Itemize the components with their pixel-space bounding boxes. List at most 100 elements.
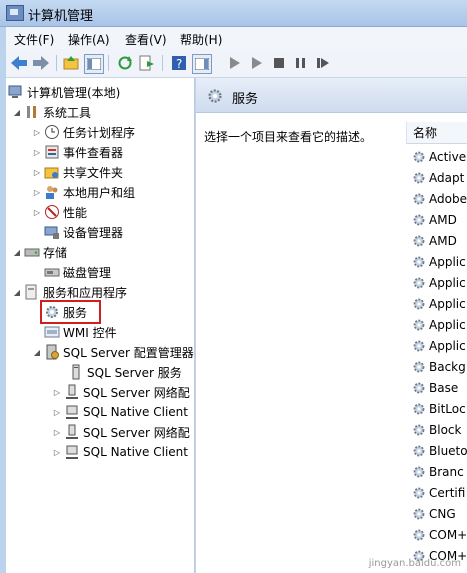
users-icon: [46, 186, 58, 199]
expanded-arrow-icon[interactable]: ◢: [12, 288, 22, 297]
tree-sql-server-network-config-1[interactable]: ▷ SQL Server 网络配: [52, 382, 190, 402]
window-title: 计算机管理: [28, 9, 94, 24]
collapsed-arrow-icon[interactable]: ▷: [52, 448, 62, 457]
tree-sql-native-client-2[interactable]: ▷ SQL Native Client: [52, 442, 188, 462]
wmi-icon: [44, 326, 60, 338]
up-folder-icon[interactable]: [62, 54, 80, 72]
list-item[interactable]: AMD: [406, 231, 457, 251]
computer-management-icon: [6, 5, 24, 21]
menu-view[interactable]: 查看(V): [125, 31, 167, 48]
console-tree: 计算机管理(本地) ◢ 系统工具 ▷ 任务计划程序 ▷ 事件查看器 ▷ 共享文件…: [6, 78, 195, 573]
menu-bar: 文件(F) 操作(A) 查看(V) 帮助(H): [6, 27, 467, 49]
services-pane: 服务 选择一个项目来查看它的描述。 名称 Active Adapt Adobe …: [196, 78, 467, 573]
gear-icon: [413, 235, 425, 247]
tree-storage[interactable]: ◢ 存储: [12, 242, 67, 262]
pause-service-icon[interactable]: [292, 54, 310, 72]
list-item[interactable]: Applic: [406, 315, 466, 335]
gear-icon: [413, 445, 425, 457]
list-item[interactable]: Adobe: [406, 189, 467, 209]
collapsed-arrow-icon[interactable]: ▷: [52, 408, 62, 417]
collapsed-arrow-icon[interactable]: ▷: [32, 188, 42, 197]
gear-icon: [413, 424, 425, 436]
tree-computer-management[interactable]: 计算机管理(本地): [6, 82, 120, 102]
list-item[interactable]: Backg: [406, 357, 466, 377]
start-icon[interactable]: [248, 54, 266, 72]
tree-event-viewer[interactable]: ▷ 事件查看器: [32, 142, 123, 162]
export-list-icon[interactable]: [138, 54, 156, 72]
list-item[interactable]: BitLoc: [406, 399, 466, 419]
restart-service-icon[interactable]: [314, 54, 332, 72]
tree-task-scheduler[interactable]: ▷ 任务计划程序: [32, 122, 135, 142]
expanded-arrow-icon[interactable]: ◢: [12, 108, 22, 117]
tree-sql-server-services[interactable]: SQL Server 服务: [66, 362, 182, 382]
shared-folder-icon: [44, 167, 59, 179]
list-item[interactable]: Block: [406, 420, 461, 440]
gear-icon: [208, 89, 222, 103]
collapsed-arrow-icon[interactable]: ▷: [32, 208, 42, 217]
gear-icon: [413, 319, 425, 331]
gear-icon: [413, 214, 425, 226]
gear-icon: [413, 403, 425, 415]
tree-system-tools[interactable]: ◢ 系统工具: [12, 102, 91, 122]
computer-icon: [8, 85, 22, 98]
tree-shared-folders[interactable]: ▷ 共享文件夹: [32, 162, 123, 182]
tree-sql-server-config-manager[interactable]: ◢ SQL Server 配置管理器: [32, 342, 194, 362]
list-item[interactable]: Certifi: [406, 483, 465, 503]
sql-config-icon: [46, 344, 59, 360]
services-apps-icon: [25, 284, 37, 300]
show-hide-console-tree-icon[interactable]: [84, 54, 104, 74]
forward-arrow-icon[interactable]: [32, 54, 50, 72]
tree-local-users-groups[interactable]: ▷ 本地用户和组: [32, 182, 135, 202]
gear-icon: [413, 298, 425, 310]
refresh-icon[interactable]: [116, 54, 134, 72]
tree-services-and-applications[interactable]: ◢ 服务和应用程序: [12, 282, 127, 302]
list-item[interactable]: Adapt: [406, 168, 464, 188]
list-item[interactable]: Active: [406, 147, 466, 167]
start-service-icon[interactable]: [226, 54, 244, 72]
tree-wmi-control[interactable]: WMI 控件: [42, 322, 117, 342]
menu-file[interactable]: 文件(F): [14, 31, 54, 48]
collapsed-arrow-icon[interactable]: ▷: [52, 388, 62, 397]
list-item[interactable]: COM+: [406, 525, 467, 545]
stop-service-icon[interactable]: [270, 54, 288, 72]
tree-performance[interactable]: ▷ 性能: [32, 202, 87, 222]
collapsed-arrow-icon[interactable]: ▷: [32, 168, 42, 177]
tree-device-manager[interactable]: 设备管理器: [42, 222, 123, 242]
gear-icon: [413, 361, 425, 373]
collapsed-arrow-icon[interactable]: ▷: [52, 428, 62, 437]
column-header-name[interactable]: 名称: [406, 122, 467, 144]
list-item[interactable]: Blueto: [406, 441, 467, 461]
tree-disk-management[interactable]: 磁盘管理: [42, 262, 111, 282]
performance-icon: [45, 205, 59, 219]
collapsed-arrow-icon[interactable]: ▷: [32, 148, 42, 157]
list-item[interactable]: Base: [406, 378, 458, 398]
watermark: jingyan.baidu.com: [368, 558, 461, 569]
tree-sql-server-network-config-2[interactable]: ▷ SQL Server 网络配: [52, 422, 190, 442]
list-item[interactable]: Applic: [406, 252, 466, 272]
list-item[interactable]: CNG: [406, 504, 456, 524]
collapsed-arrow-icon[interactable]: ▷: [32, 128, 42, 137]
gear-icon: [413, 382, 425, 394]
back-arrow-icon[interactable]: [10, 54, 28, 72]
help-icon[interactable]: ?: [170, 54, 188, 72]
list-item[interactable]: Applic: [406, 336, 466, 356]
list-item[interactable]: Branc: [406, 462, 464, 482]
gear-icon: [413, 256, 425, 268]
svg-text:?: ?: [176, 57, 182, 71]
gear-icon: [413, 340, 425, 352]
list-item[interactable]: Applic: [406, 273, 466, 293]
tree-sql-native-client-1[interactable]: ▷ SQL Native Client: [52, 402, 188, 422]
menu-help[interactable]: 帮助(H): [180, 31, 222, 48]
services-list: 名称 Active Adapt Adobe AMD AMD Applic App…: [406, 122, 467, 573]
expanded-arrow-icon[interactable]: ◢: [12, 248, 22, 257]
toolbar: ?: [6, 49, 467, 78]
gear-icon: [413, 487, 425, 499]
show-hide-action-pane-icon[interactable]: [192, 54, 212, 74]
list-item[interactable]: Applic: [406, 294, 466, 314]
expanded-arrow-icon[interactable]: ◢: [32, 348, 42, 357]
services-pane-title: 服务: [232, 92, 259, 107]
list-item[interactable]: AMD: [406, 210, 457, 230]
network-icon: [66, 405, 78, 419]
menu-action[interactable]: 操作(A): [68, 31, 110, 48]
disk-icon: [44, 268, 60, 277]
